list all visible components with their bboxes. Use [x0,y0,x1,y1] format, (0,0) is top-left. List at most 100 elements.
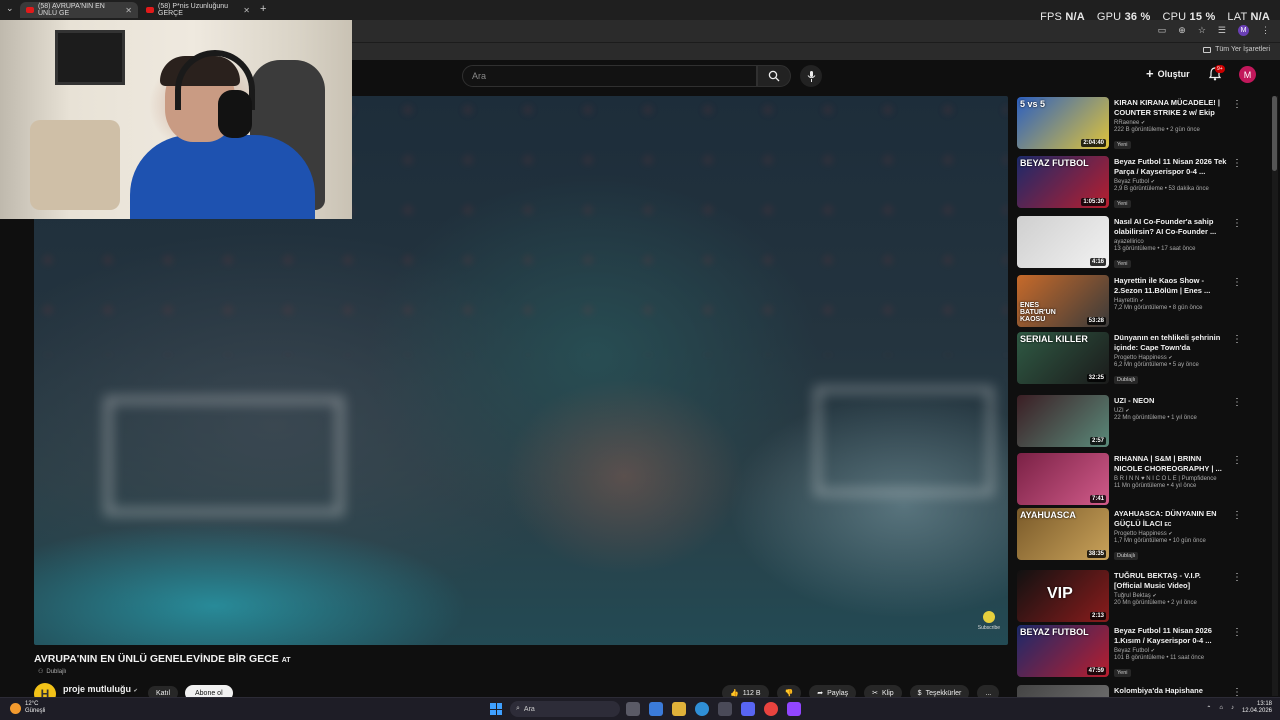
discord-icon[interactable] [741,702,755,716]
account-avatar[interactable]: M [1239,66,1256,83]
zoom-icon[interactable]: ⊕ [1178,25,1186,36]
weather-widget[interactable]: 12°C Güneşli [10,701,45,715]
recommendation-title[interactable]: KIRAN KIRANA MÜCADELE! | COUNTER STRIKE … [1114,98,1229,118]
recommendation-title[interactable]: Dünyanın en tehlikeli şehrinin içinde: C… [1114,333,1229,353]
more-options-icon[interactable]: ⋮ [1232,334,1242,345]
recommendation-title[interactable]: Beyaz Futbol 11 Nisan 2026 Tek Parça / K… [1114,157,1229,177]
clock[interactable]: 13:18 12.04.2026 [1242,701,1272,715]
recommendation-item[interactable]: ENES BATUR'UN KAOSU 53:28 Hayrettin ile … [1017,275,1247,331]
browser-tab-active[interactable]: (58) AVRUPA'NIN EN ÜNLÜ GE ✕ [20,2,138,18]
edge-icon[interactable] [695,702,709,716]
browser-tab[interactable]: (58) P*nis Uzunluğunu GERÇE ✕ [140,2,256,18]
recommendation-item[interactable]: 5 vs 5 2:04:40 KIRAN KIRANA MÜCADELE! | … [1017,97,1247,153]
recommendation-thumbnail[interactable]: AYAHUASCA 38:35 [1017,508,1109,560]
recommendation-thumbnail[interactable]: 5 vs 5 2:04:40 [1017,97,1109,149]
scrollbar-thumb[interactable] [1272,96,1277,171]
more-options-icon[interactable]: ⋮ [1232,218,1242,229]
start-button[interactable] [490,703,502,715]
file-explorer-icon[interactable] [672,702,686,716]
channel-watermark[interactable]: Subscribe [978,611,1000,631]
chrome-icon[interactable] [764,702,778,716]
recommendation-thumbnail[interactable]: VIP 2:13 [1017,570,1109,622]
recommendation-channel[interactable]: Beyaz Futbol ✔ [1114,648,1229,654]
more-options-icon[interactable]: ⋮ [1232,572,1242,583]
recommendation-channel[interactable]: RRaenee ✔ [1114,120,1229,126]
recommendation-item[interactable]: 2:57 UZI - NEON UZI ✔ 22 Mn görüntüleme … [1017,395,1247,451]
more-options-icon[interactable]: ⋮ [1232,158,1242,169]
recommendation-item[interactable]: BEYAZ FUTBOL 1:05:30 Beyaz Futbol 11 Nis… [1017,156,1247,212]
recommendation-item[interactable]: BEYAZ FUTBOL 47:59 Beyaz Futbol 11 Nisan… [1017,625,1247,681]
browser-menu-icon[interactable]: ⋮ [1261,25,1270,36]
recommendation-thumbnail[interactable]: BEYAZ FUTBOL 47:59 [1017,625,1109,677]
recommendation-info: Beyaz Futbol 11 Nisan 2026 1.Kısım / Kay… [1114,626,1229,679]
recommendation-info: Beyaz Futbol 11 Nisan 2026 Tek Parça / K… [1114,157,1229,210]
channel-name[interactable]: proje mutluluğu ✔ [63,684,138,694]
recommendation-channel[interactable]: ayazellirico [1114,239,1229,245]
recommendation-thumbnail[interactable]: BEYAZ FUTBOL 1:05:30 [1017,156,1109,208]
taskbar-search[interactable]: ⌕ Ara [510,701,620,717]
recommendation-item[interactable]: 4:16 Nasıl AI Co-Founder'a sahip olabili… [1017,216,1247,272]
search-button[interactable] [757,65,791,87]
all-bookmarks[interactable]: Tüm Yer İşaretleri [1203,46,1270,53]
more-options-icon[interactable]: ⋮ [1232,510,1242,521]
recommendation-info: TUĞRUL BEKTAŞ - V.I.P. [Official Music V… [1114,571,1229,606]
profile-avatar[interactable]: M [1238,25,1249,36]
tray-chevron-icon[interactable]: ⌃ [1206,705,1211,712]
fps-stat: FPS N/A [1040,11,1085,23]
weather-text: 12°C Güneşli [25,701,45,715]
cast-icon[interactable]: ▭ [1158,25,1167,36]
network-icon[interactable]: ⌂ [1219,705,1223,711]
recommendation-channel[interactable]: B R I N N ♥ N I C O L E | Pumpfidence [1114,476,1229,482]
bookmark-star-icon[interactable]: ☆ [1198,25,1206,36]
voice-search-button[interactable] [800,65,822,87]
recommendation-thumbnail[interactable] [1017,685,1109,697]
recommendation-thumbnail[interactable]: 2:57 [1017,395,1109,447]
store-icon[interactable] [718,702,732,716]
recommendation-title[interactable]: Hayrettin ile Kaos Show - 2.Sezon 11.Böl… [1114,276,1229,296]
app-icon[interactable] [787,702,801,716]
recommendation-title[interactable]: UZI - NEON [1114,396,1229,406]
recommendation-thumbnail[interactable]: SERIAL KILLER 32:25 [1017,332,1109,384]
tab-close-icon[interactable]: ✕ [125,6,132,15]
more-options-icon[interactable]: ⋮ [1232,99,1242,110]
copilot-icon[interactable] [649,702,663,716]
recommendation-thumbnail[interactable]: ENES BATUR'UN KAOSU 53:28 [1017,275,1109,327]
recommendation-item[interactable]: AYAHUASCA 38:35 AYAHUASCA: DÜNYANIN EN G… [1017,508,1247,564]
taskbar-apps [626,702,801,716]
recommendation-item[interactable]: SERIAL KILLER 32:25 Dünyanın en tehlikel… [1017,332,1247,388]
recommendation-channel[interactable]: Progetto Happiness ✔ [1114,531,1229,537]
recommendation-title[interactable]: RIHANNA | S&M | BRINN NICOLE CHOREOGRAPH… [1114,454,1229,474]
more-options-icon[interactable]: ⋮ [1232,277,1242,288]
more-options-icon[interactable]: ⋮ [1232,627,1242,638]
address-bar-actions: ▭ ⊕ ☆ ☰ M ⋮ [1158,25,1270,36]
recommendation-title[interactable]: TUĞRUL BEKTAŞ - V.I.P. [Official Music V… [1114,571,1229,591]
recommendation-meta: 20 Mn görüntüleme • 2 yıl önce [1114,600,1197,606]
create-button[interactable]: + Oluştur [1146,66,1190,81]
tab-search-icon[interactable]: ⌄ [6,3,14,14]
recommendation-channel[interactable]: Beyaz Futbol ✔ [1114,179,1229,185]
new-tab-button[interactable]: + [260,3,266,15]
recommendation-channel[interactable]: Tuğrul Bektaş ✔ [1114,593,1229,599]
recommendation-channel[interactable]: Hayrettin ✔ [1114,298,1229,304]
recommendation-channel[interactable]: UZI ✔ [1114,408,1229,414]
recommendation-item[interactable]: VIP 2:13 TUĞRUL BEKTAŞ - V.I.P. [Officia… [1017,570,1247,626]
recommendation-meta: 11 Mn görüntüleme • 4 yıl önce [1114,483,1197,489]
page-scrollbar[interactable] [1272,96,1278,696]
recommendation-title[interactable]: AYAHUASCA: DÜNYANIN EN GÜÇLÜ İLACI EC [1114,509,1229,529]
recommendation-title[interactable]: Nasıl AI Co-Founder'a sahip olabilirsin?… [1114,217,1229,237]
task-view-icon[interactable] [626,702,640,716]
recommendation-item[interactable]: 7:41 RIHANNA | S&M | BRINN NICOLE CHOREO… [1017,453,1247,509]
recommendation-channel[interactable]: Progetto Happiness ✔ [1114,355,1229,361]
tab-close-icon[interactable]: ✕ [243,6,250,15]
more-options-icon[interactable]: ⋮ [1232,455,1242,466]
volume-icon[interactable]: ♪ [1231,705,1234,711]
search-input[interactable]: Ara [462,65,757,87]
extensions-icon[interactable]: ☰ [1218,25,1226,36]
recommendation-thumbnail[interactable]: 4:16 [1017,216,1109,268]
recommendation-title[interactable]: Kolombiya'da Hapishane [1114,686,1229,696]
more-options-icon[interactable]: ⋮ [1232,687,1242,697]
recommendation-title[interactable]: Beyaz Futbol 11 Nisan 2026 1.Kısım / Kay… [1114,626,1229,646]
recommendation-item[interactable]: Kolombiya'da Hapishane ⋮ [1017,685,1247,697]
more-options-icon[interactable]: ⋮ [1232,397,1242,408]
recommendation-thumbnail[interactable]: 7:41 [1017,453,1109,505]
